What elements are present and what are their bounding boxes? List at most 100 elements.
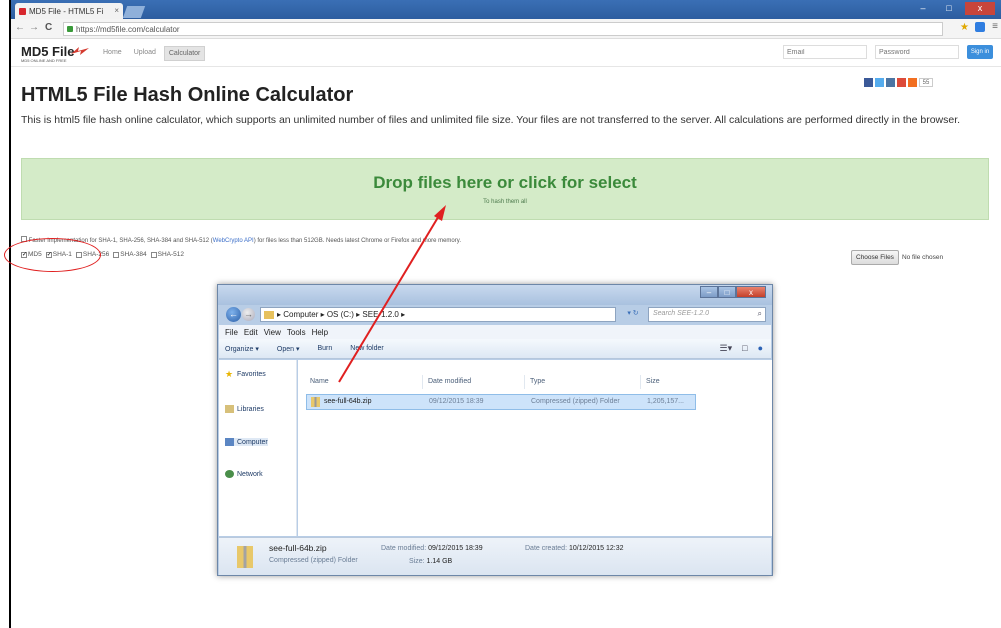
sign-in-button[interactable]: Sign in xyxy=(967,45,993,59)
explorer-back-icon[interactable]: ← xyxy=(226,307,241,322)
drop-zone-heading: Drop files here or click for select xyxy=(373,173,637,192)
nav-favorites[interactable]: ★ Favorites xyxy=(225,370,266,379)
password-field[interactable] xyxy=(875,45,959,59)
browser-window: MD5 File - HTML5 Fi × – □ x ← → C https:… xyxy=(4,0,1001,628)
details-file-name: see-full-64b.zip xyxy=(269,543,327,553)
details-created-label: Date created: xyxy=(525,545,568,552)
explorer-minimize-button[interactable]: – xyxy=(700,286,718,298)
network-icon xyxy=(225,470,234,478)
lock-icon xyxy=(67,26,73,32)
nav-network[interactable]: Network xyxy=(225,470,263,478)
facebook-icon[interactable] xyxy=(864,78,873,87)
address-bar: ← → C https://md5file.com/calculator ★ ≡ xyxy=(11,19,1001,39)
organize-button[interactable]: Organize ▾ xyxy=(225,345,259,353)
sha512-checkbox[interactable] xyxy=(150,251,157,258)
choose-files-button[interactable]: Choose Files xyxy=(851,250,899,265)
algo-sha512[interactable]: SHA-512 xyxy=(150,251,185,258)
search-icon: ⌕ xyxy=(757,309,762,318)
tab-title: MD5 File - HTML5 Fi xyxy=(29,7,104,16)
nav-computer[interactable]: Computer xyxy=(225,438,268,446)
explorer-search-input[interactable]: Search SEE-1.2.0 ⌕ xyxy=(648,307,766,322)
view-options-icon[interactable]: ☰▾ xyxy=(720,343,733,354)
extension-icon[interactable] xyxy=(975,22,985,32)
explorer-menubar: File Edit View Tools Help xyxy=(219,325,771,339)
column-type[interactable]: Type xyxy=(530,378,545,385)
explorer-forward-icon[interactable]: → xyxy=(242,308,255,321)
vk-icon[interactable] xyxy=(886,78,895,87)
new-folder-button[interactable]: New folder xyxy=(350,345,383,352)
webcrypto-text-post: ) for files less than 512GB. Needs lates… xyxy=(253,238,461,244)
annotation-circle xyxy=(4,238,101,272)
social-share-bar: 55 xyxy=(864,78,933,87)
twitter-icon[interactable] xyxy=(875,78,884,87)
nav-favorites-label: Favorites xyxy=(237,370,266,378)
column-date-modified[interactable]: Date modified xyxy=(428,378,471,385)
close-tab-icon[interactable]: × xyxy=(114,6,119,15)
explorer-search-placeholder: Search SEE-1.2.0 xyxy=(653,310,710,317)
minimize-button[interactable]: – xyxy=(913,2,933,15)
details-size: Size: 1.14 GB xyxy=(409,558,452,565)
file-type: Compressed (zipped) Folder xyxy=(531,398,620,405)
webcrypto-link[interactable]: WebCrypto API xyxy=(213,238,254,244)
forward-button[interactable]: → xyxy=(29,22,39,33)
details-created-value: 10/12/2015 12:32 xyxy=(568,545,624,552)
explorer-close-button[interactable]: x xyxy=(736,286,766,298)
menu-icon[interactable]: ≡ xyxy=(992,21,998,32)
explorer-details-pane: see-full-64b.zip Compressed (zipped) Fol… xyxy=(219,537,771,575)
column-name[interactable]: Name xyxy=(310,378,329,385)
nav-upload[interactable]: Upload xyxy=(130,46,160,61)
nav-network-label: Network xyxy=(237,470,263,478)
browser-tab[interactable]: MD5 File - HTML5 Fi × xyxy=(15,3,123,19)
sha384-label: SHA-384 xyxy=(120,251,147,258)
explorer-path: ▸ Computer ▸ OS (C:) ▸ SEE-1.2.0 ▸ xyxy=(277,310,406,319)
help-icon[interactable]: ● xyxy=(758,343,763,354)
new-tab-button[interactable] xyxy=(122,6,146,18)
page-title: HTML5 File Hash Online Calculator xyxy=(21,84,354,106)
share-icon[interactable] xyxy=(908,78,917,87)
back-button[interactable]: ← xyxy=(15,22,25,33)
explorer-path-bar[interactable]: ▸ Computer ▸ OS (C:) ▸ SEE-1.2.0 ▸ xyxy=(260,307,616,322)
close-window-button[interactable]: x xyxy=(965,2,995,15)
burn-button[interactable]: Burn xyxy=(317,345,332,352)
open-button[interactable]: Open ▾ xyxy=(277,345,300,353)
table-row[interactable]: see-full-64b.zip 09/12/2015 18:39 Compre… xyxy=(306,394,696,410)
site-logo[interactable]: MD5 File xyxy=(21,44,74,59)
nav-libraries[interactable]: Libraries xyxy=(225,405,264,413)
file-name: see-full-64b.zip xyxy=(324,398,372,405)
explorer-window: – □ x ← → ▸ Computer ▸ OS (C:) ▸ SEE-1.2… xyxy=(217,284,773,576)
url-input[interactable]: https://md5file.com/calculator xyxy=(63,22,943,36)
explorer-refresh-icon[interactable]: ▾ ↻ xyxy=(620,307,646,322)
nav-libraries-label: Libraries xyxy=(237,405,264,413)
sha512-label: SHA-512 xyxy=(157,251,185,258)
nav-home[interactable]: Home xyxy=(99,46,126,61)
maximize-button[interactable]: □ xyxy=(939,2,959,15)
bookmark-star-icon[interactable]: ★ xyxy=(960,22,969,33)
zip-folder-large-icon xyxy=(237,546,253,568)
reload-button[interactable]: C xyxy=(45,22,52,33)
column-separator xyxy=(422,375,423,389)
menu-file[interactable]: File xyxy=(225,328,238,337)
menu-tools[interactable]: Tools xyxy=(287,328,306,337)
favicon-icon xyxy=(19,8,26,15)
details-size-label: Size: xyxy=(409,558,425,565)
google-plus-icon[interactable] xyxy=(897,78,906,87)
window-controls: – □ x xyxy=(913,2,995,15)
explorer-file-list: Name Date modified Type Size see-full-64… xyxy=(298,360,772,536)
preview-pane-icon[interactable]: □ xyxy=(742,343,747,354)
page-description: This is html5 file hash online calculato… xyxy=(21,114,961,126)
explorer-titlebar[interactable]: – □ x xyxy=(218,285,772,305)
menu-edit[interactable]: Edit xyxy=(244,328,258,337)
menu-view[interactable]: View xyxy=(264,328,281,337)
email-field[interactable] xyxy=(783,45,867,59)
tab-strip: MD5 File - HTML5 Fi × – □ x xyxy=(11,0,1001,19)
nav-computer-label: Computer xyxy=(237,438,268,446)
details-modified-value: 09/12/2015 18:39 xyxy=(428,545,483,552)
sha384-checkbox[interactable] xyxy=(113,251,120,258)
explorer-maximize-button[interactable]: □ xyxy=(718,286,736,298)
column-size[interactable]: Size xyxy=(646,378,660,385)
menu-help[interactable]: Help xyxy=(312,328,328,337)
nav-calculator[interactable]: Calculator xyxy=(163,46,206,61)
logo-mark-icon xyxy=(71,47,89,55)
algo-sha384[interactable]: SHA-384 xyxy=(113,251,147,258)
file-drop-zone[interactable]: Drop files here or click for select To h… xyxy=(21,158,989,220)
